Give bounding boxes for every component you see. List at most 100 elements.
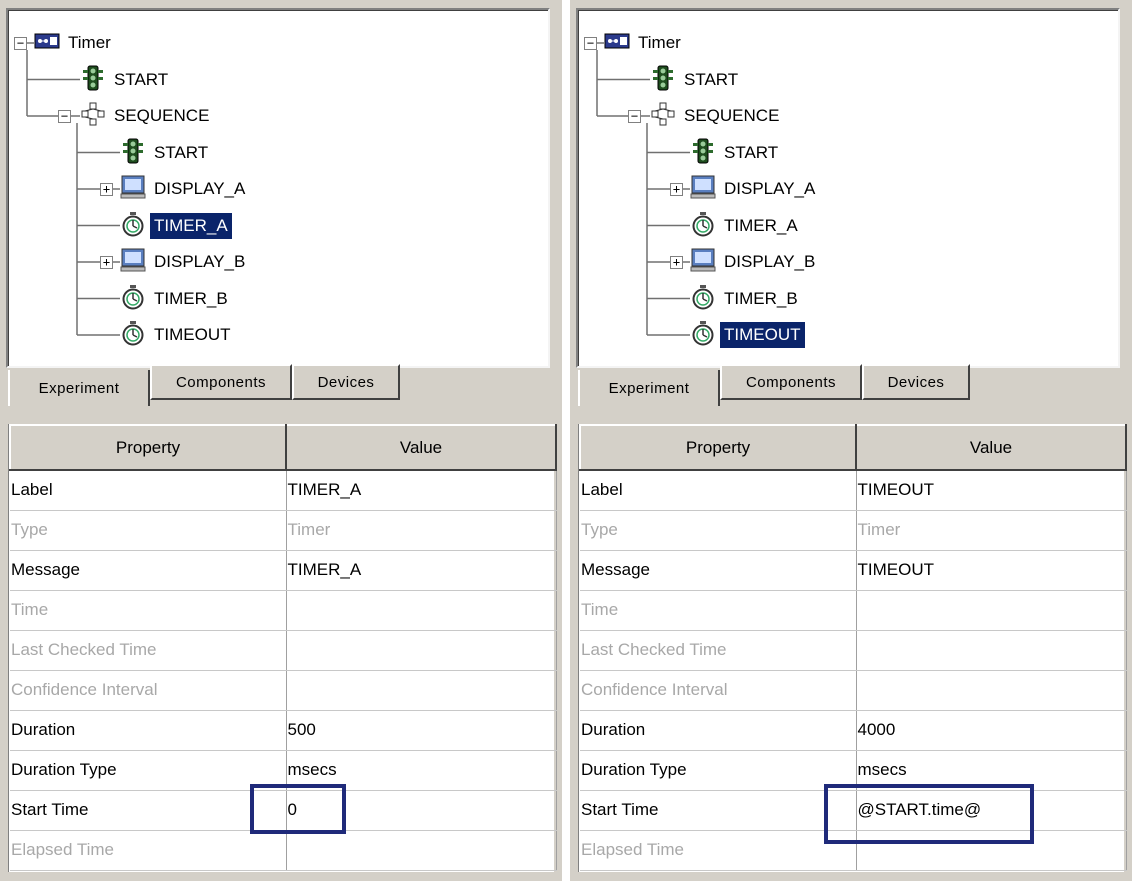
tree-node-label: DISPLAY_A — [724, 179, 816, 198]
stopwatch-icon — [690, 321, 716, 348]
sequence-icon — [650, 102, 676, 129]
tree-node-label: TIMER_A — [724, 215, 798, 235]
property-name: Confidence Interval — [10, 670, 287, 711]
property-value-time — [286, 590, 557, 631]
property-value-duration[interactable]: 4000 — [856, 710, 1127, 751]
tree-node-display-b[interactable]: DISPLAY_B — [690, 247, 819, 277]
table-row[interactable]: Elapsed Time — [10, 830, 557, 871]
collapse-toggle-sequence[interactable]: − — [58, 110, 71, 123]
property-value-type: Timer — [286, 510, 557, 551]
property-value-confidence-interval — [286, 670, 557, 711]
monitor-icon — [120, 175, 146, 202]
table-row[interactable]: Last Checked Time — [580, 630, 1127, 671]
property-value-message[interactable]: TIMEOUT — [856, 550, 1127, 591]
table-row[interactable]: Message TIMEOUT — [580, 550, 1127, 591]
tree-node-timer-b[interactable]: TIMER_B — [690, 284, 802, 314]
table-row[interactable]: Message TIMER_A — [10, 550, 557, 591]
property-name: Elapsed Time — [580, 830, 857, 871]
collapse-toggle-timer[interactable]: − — [14, 37, 27, 50]
property-value-time — [856, 590, 1127, 631]
property-value-type: Timer — [856, 510, 1127, 551]
expand-toggle-display-a[interactable]: + — [670, 183, 683, 196]
sequence-icon — [80, 102, 106, 129]
property-value-label[interactable]: TIMEOUT — [856, 470, 1127, 511]
table-row[interactable]: Label TIMER_A — [10, 470, 557, 511]
property-name: Last Checked Time — [10, 630, 287, 671]
property-name: Start Time — [10, 790, 287, 831]
tree-node-display-a[interactable]: DISPLAY_A — [690, 174, 819, 204]
tree-node-label: TIMEOUT — [720, 322, 805, 348]
tab-components[interactable]: Components — [720, 364, 862, 400]
property-value-last-checked-time — [286, 630, 557, 671]
table-row[interactable]: Type Timer — [10, 510, 557, 551]
experiment-icon — [34, 30, 60, 56]
tree-node-timer[interactable]: Timer — [34, 28, 115, 58]
collapse-toggle-sequence[interactable]: − — [628, 110, 641, 123]
traffic-light-icon — [650, 65, 676, 93]
tree-connector-lines — [21, 42, 120, 336]
property-name: Label — [580, 470, 857, 511]
property-value-confidence-interval — [856, 670, 1127, 711]
tree-node-start[interactable]: START — [120, 138, 212, 168]
table-row[interactable]: Last Checked Time — [10, 630, 557, 671]
column-header-value[interactable]: Value — [285, 424, 557, 471]
property-name: Duration Type — [10, 750, 287, 791]
monitor-icon — [690, 248, 716, 275]
collapse-toggle-timer[interactable]: − — [584, 37, 597, 50]
property-name: Last Checked Time — [580, 630, 857, 671]
column-header-value[interactable]: Value — [855, 424, 1127, 471]
table-row[interactable]: Time — [580, 590, 1127, 631]
expand-toggle-display-b[interactable]: + — [670, 256, 683, 269]
expand-toggle-display-b[interactable]: + — [100, 256, 113, 269]
property-name: Message — [10, 550, 287, 591]
property-value-message[interactable]: TIMER_A — [286, 550, 557, 591]
property-value-duration[interactable]: 500 — [286, 710, 557, 751]
property-name: Time — [580, 590, 857, 631]
table-row[interactable]: Duration 500 — [10, 710, 557, 751]
table-row[interactable]: Confidence Interval — [580, 670, 1127, 711]
tab-devices[interactable]: Devices — [292, 364, 400, 400]
property-name: Type — [580, 510, 857, 551]
tree-node-timeout[interactable]: TIMEOUT — [690, 320, 805, 350]
table-row[interactable]: Time — [10, 590, 557, 631]
monitor-icon — [690, 175, 716, 202]
traffic-light-icon — [690, 138, 716, 166]
tree-node-sequence[interactable]: SEQUENCE — [80, 101, 213, 131]
tree-node-label: START — [684, 69, 739, 89]
tree-node-display-a[interactable]: DISPLAY_A — [120, 174, 249, 204]
tree-node-start[interactable]: START — [690, 138, 782, 168]
property-name: Elapsed Time — [10, 830, 287, 871]
tree-node-timer-a[interactable]: TIMER_A — [690, 211, 802, 241]
traffic-light-icon — [120, 138, 146, 166]
tab-experiment[interactable]: Experiment — [578, 370, 720, 406]
tab-experiment[interactable]: Experiment — [8, 370, 150, 406]
table-row[interactable]: Confidence Interval — [10, 670, 557, 711]
property-value-label[interactable]: TIMER_A — [286, 470, 557, 511]
stopwatch-icon — [120, 321, 146, 348]
tab-components[interactable]: Components — [150, 364, 292, 400]
view-tabs: Experiment Components Devices — [578, 364, 1124, 406]
table-row[interactable]: Type Timer — [580, 510, 1127, 551]
tree-node-label: TIMER_B — [724, 288, 798, 308]
tree-node-timer-b[interactable]: TIMER_B — [120, 284, 232, 314]
tree-node-sequence[interactable]: SEQUENCE — [650, 101, 783, 131]
tree-node-display-b[interactable]: DISPLAY_B — [120, 247, 249, 277]
component-tree[interactable]: − Timer START − SEQUENCE START + DISPLAY_A TIMER… — [6, 8, 550, 368]
tree-node-start[interactable]: START — [650, 65, 742, 95]
start-time-highlight — [250, 784, 346, 834]
tab-devices[interactable]: Devices — [862, 364, 970, 400]
component-tree[interactable]: − Timer START − SEQUENCE START + DISPLAY_A TIMER… — [576, 8, 1120, 368]
tree-node-timer[interactable]: Timer — [604, 28, 685, 58]
start-time-highlight — [824, 784, 1034, 844]
tree-node-timer-a[interactable]: TIMER_A — [120, 211, 232, 241]
column-header-property[interactable]: Property — [9, 424, 287, 471]
column-header-property[interactable]: Property — [579, 424, 857, 471]
tree-node-start[interactable]: START — [80, 65, 172, 95]
property-name: Duration — [10, 710, 287, 751]
tree-node-timeout[interactable]: TIMEOUT — [120, 320, 235, 350]
experiment-icon — [604, 30, 630, 56]
table-row[interactable]: Duration 4000 — [580, 710, 1127, 751]
expand-toggle-display-a[interactable]: + — [100, 183, 113, 196]
table-row[interactable]: Label TIMEOUT — [580, 470, 1127, 511]
tree-node-label: SEQUENCE — [114, 106, 210, 125]
